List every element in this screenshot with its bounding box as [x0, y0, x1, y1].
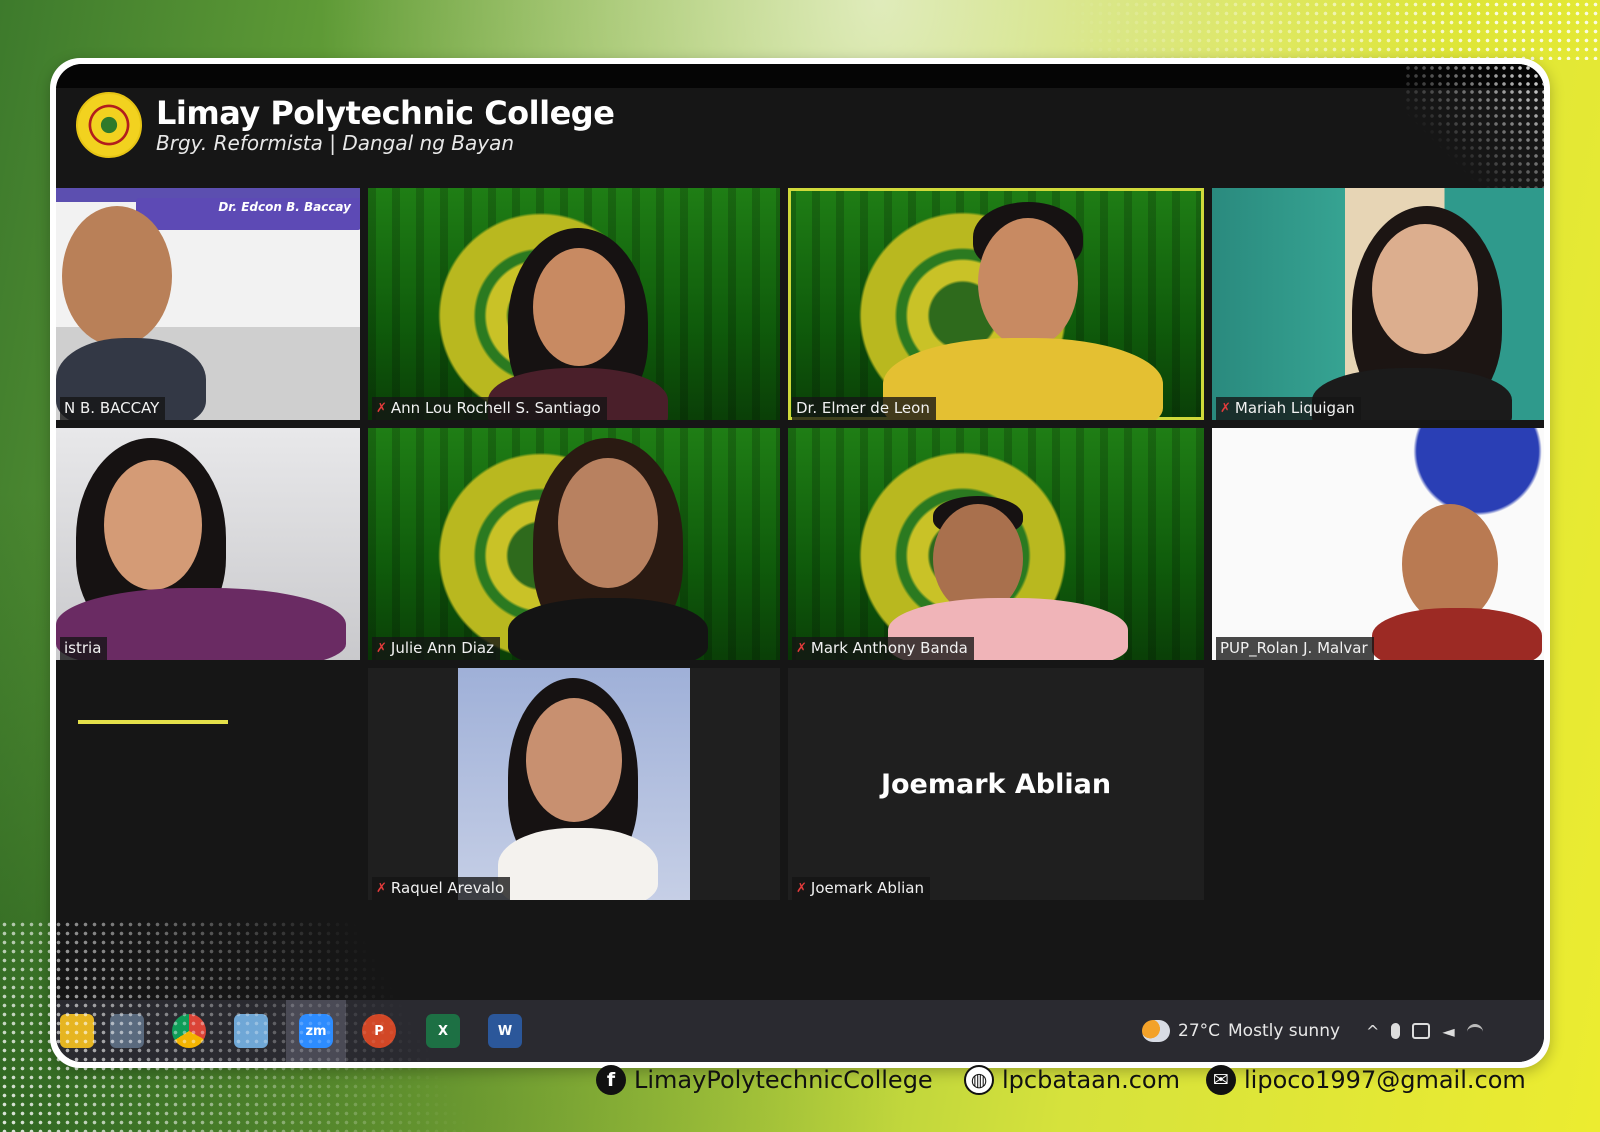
- participant-name-label: istria: [60, 637, 108, 660]
- system-tray: ^ ◄: [1366, 1000, 1483, 1062]
- mute-icon: ✗: [376, 400, 387, 416]
- weather-temperature: 27°C: [1178, 1021, 1221, 1041]
- video-tile-liquigan[interactable]: ✗ Mariah Liquigan: [1212, 188, 1544, 420]
- video-tile-santiago[interactable]: ✗ Ann Lou Rochell S. Santiago: [368, 188, 780, 420]
- participant-face: [533, 248, 625, 366]
- email-address: lipoco1997@gmail.com: [1244, 1066, 1526, 1094]
- participant-body: [508, 598, 708, 660]
- footer-facebook[interactable]: f LimayPolytechnicCollege: [596, 1062, 933, 1098]
- video-tile-astria[interactable]: istria: [56, 428, 360, 660]
- video-tile-banda[interactable]: ✗ Mark Anthony Banda: [788, 428, 1204, 660]
- mute-icon: ✗: [796, 640, 807, 656]
- weather-widget[interactable]: 27°C Mostly sunny: [1142, 1000, 1340, 1062]
- facebook-handle: LimayPolytechnicCollege: [634, 1066, 933, 1094]
- zoom-meeting-window: Limay Polytechnic College Brgy. Reformis…: [56, 64, 1544, 1062]
- video-tile-diaz[interactable]: ✗ Julie Ann Diaz: [368, 428, 780, 660]
- participant-name-label: ✗ Ann Lou Rochell S. Santiago: [372, 397, 607, 420]
- footer-website[interactable]: ◍ lpcbataan.com: [964, 1062, 1180, 1098]
- microphone-icon[interactable]: [1391, 1023, 1401, 1039]
- participant-face: [1402, 504, 1498, 624]
- participant-name-label: ✗ Mariah Liquigan: [1216, 397, 1361, 420]
- speaker-icon[interactable]: ◄: [1442, 1022, 1454, 1041]
- wifi-icon[interactable]: [1466, 1023, 1483, 1039]
- decor-dots-corner: [1404, 64, 1544, 194]
- participant-face: [978, 218, 1078, 348]
- video-tile-malvar[interactable]: PUP_Rolan J. Malvar: [1212, 428, 1544, 660]
- participant-name-label: ✗ Joemark Ablian: [792, 877, 930, 900]
- facebook-icon: f: [596, 1065, 626, 1095]
- weather-condition: Mostly sunny: [1228, 1021, 1341, 1041]
- participant-name-label: Dr. Elmer de Leon: [792, 397, 936, 420]
- participant-face: [558, 458, 658, 588]
- video-tile-arevalo[interactable]: ✗ Raquel Arevalo: [368, 668, 780, 900]
- window-top-bar: [56, 64, 1544, 88]
- participant-center-name: Joemark Ablian: [880, 768, 1112, 800]
- participant-face: [1372, 224, 1478, 354]
- globe-icon: ◍: [964, 1065, 994, 1095]
- screenshot-frame: Limay Polytechnic College Brgy. Reformis…: [50, 58, 1550, 1068]
- video-tile-deleon[interactable]: Dr. Elmer de Leon: [788, 188, 1204, 420]
- participant-face: [526, 698, 622, 822]
- participant-face: [104, 460, 202, 590]
- weather-sun-cloud-icon: [1142, 1020, 1170, 1042]
- name-banner: Dr. Edcon B. Baccay: [136, 198, 360, 230]
- camera-icon[interactable]: [1412, 1023, 1431, 1039]
- college-header: Limay Polytechnic College Brgy. Reformis…: [76, 92, 615, 158]
- website-url: lpcbataan.com: [1002, 1066, 1180, 1094]
- video-tile-ablian[interactable]: Joemark Ablian ✗ Joemark Ablian: [788, 668, 1204, 900]
- mute-icon: ✗: [376, 640, 387, 656]
- participant-name-label: PUP_Rolan J. Malvar: [1216, 637, 1374, 660]
- chevron-up-icon[interactable]: ^: [1366, 1022, 1379, 1041]
- participant-body: [498, 828, 658, 900]
- speaking-indicator: [78, 720, 228, 724]
- participant-name-label: N B. BACCAY: [60, 397, 166, 420]
- decor-dots-bottom: [0, 920, 560, 1132]
- decor-dots-top: [1060, 0, 1600, 60]
- mute-icon: ✗: [1220, 400, 1231, 416]
- video-tile-baccay[interactable]: Dr. Edcon B. Baccay N B. BACCAY: [56, 188, 360, 420]
- college-subtitle: Brgy. Reformista | Dangal ng Bayan: [156, 131, 515, 155]
- mail-icon: ✉: [1206, 1065, 1236, 1095]
- profile-photo: [458, 668, 690, 900]
- mute-icon: ✗: [376, 880, 387, 896]
- participant-body: [1372, 608, 1542, 660]
- college-logo-icon: [76, 92, 142, 158]
- participant-name-label: ✗ Raquel Arevalo: [372, 877, 511, 900]
- participant-name-label: ✗ Julie Ann Diaz: [372, 637, 500, 660]
- footer-email[interactable]: ✉ lipoco1997@gmail.com: [1206, 1062, 1526, 1098]
- participant-face: [62, 206, 172, 346]
- participant-name-label: ✗ Mark Anthony Banda: [792, 637, 974, 660]
- mute-icon: ✗: [796, 880, 807, 896]
- college-title: Limay Polytechnic College: [156, 94, 615, 132]
